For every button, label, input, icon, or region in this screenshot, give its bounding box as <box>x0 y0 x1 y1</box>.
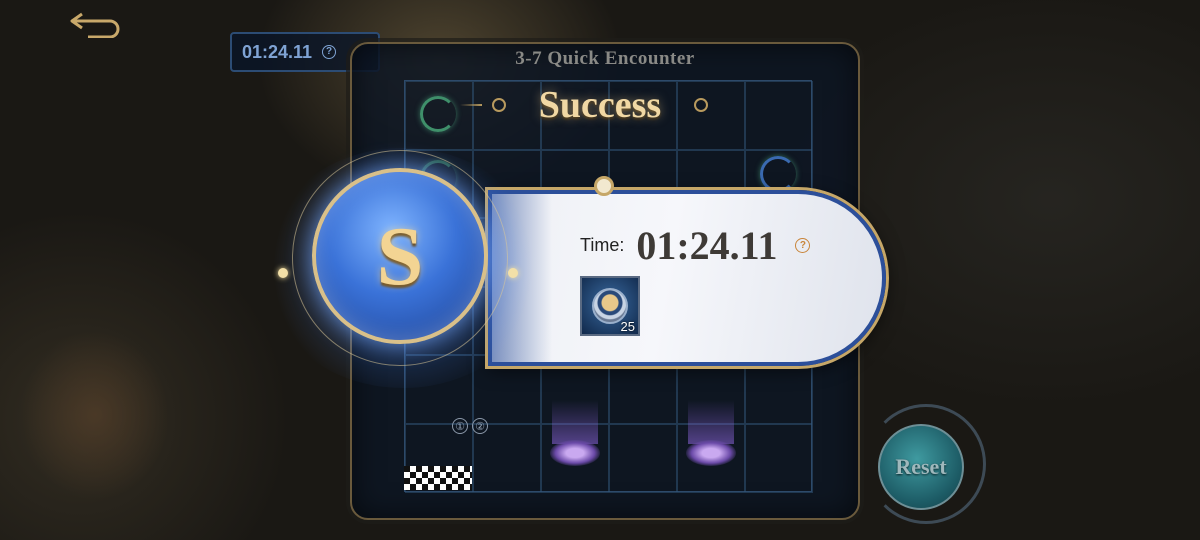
grid-cell <box>609 423 677 493</box>
result-card <box>488 190 886 366</box>
time-row: Time: 01:24.11 ? <box>580 222 811 269</box>
green-portal-icon <box>420 96 456 132</box>
grade-orb: S <box>312 168 488 344</box>
step-marker: ① <box>452 418 468 434</box>
orb-ornament-dot <box>508 268 518 278</box>
reset-label: Reset <box>895 454 947 479</box>
step-markers: ① ② <box>452 418 488 434</box>
checkered-flag-icon <box>404 466 472 490</box>
card-pin <box>594 176 614 196</box>
banner-line <box>460 104 482 106</box>
question-circle-icon[interactable]: ? <box>795 238 811 253</box>
portal-beam <box>688 400 734 444</box>
reward-item[interactable]: 25 <box>580 276 640 336</box>
stage-title: 3-7 Quick Encounter <box>515 48 695 69</box>
orb-ornament-dot <box>278 268 288 278</box>
grid-cell <box>745 423 813 493</box>
success-text: Success <box>538 84 662 126</box>
blue-portal-icon <box>760 156 796 192</box>
grade-letter: S <box>376 209 424 303</box>
portal-beam <box>552 400 598 444</box>
reset-button[interactable]: Reset <box>878 424 964 510</box>
time-value: 01:24.11 <box>636 223 778 268</box>
success-banner: Success <box>460 80 710 130</box>
purple-portal-icon <box>686 440 736 466</box>
back-button[interactable] <box>62 6 128 40</box>
banner-dot <box>492 98 506 112</box>
grid-cell <box>745 81 813 150</box>
purple-portal-icon <box>550 440 600 466</box>
question-circle-icon[interactable]: ? <box>322 45 337 59</box>
time-label: Time: <box>580 235 625 255</box>
back-arrow-icon <box>70 12 120 38</box>
reward-quantity: 25 <box>620 319 635 334</box>
timer-value: 01:24.11 <box>242 41 313 62</box>
background-character <box>20 330 170 500</box>
step-marker: ② <box>472 418 488 434</box>
banner-dot <box>694 98 708 112</box>
grid-cell <box>473 423 541 493</box>
